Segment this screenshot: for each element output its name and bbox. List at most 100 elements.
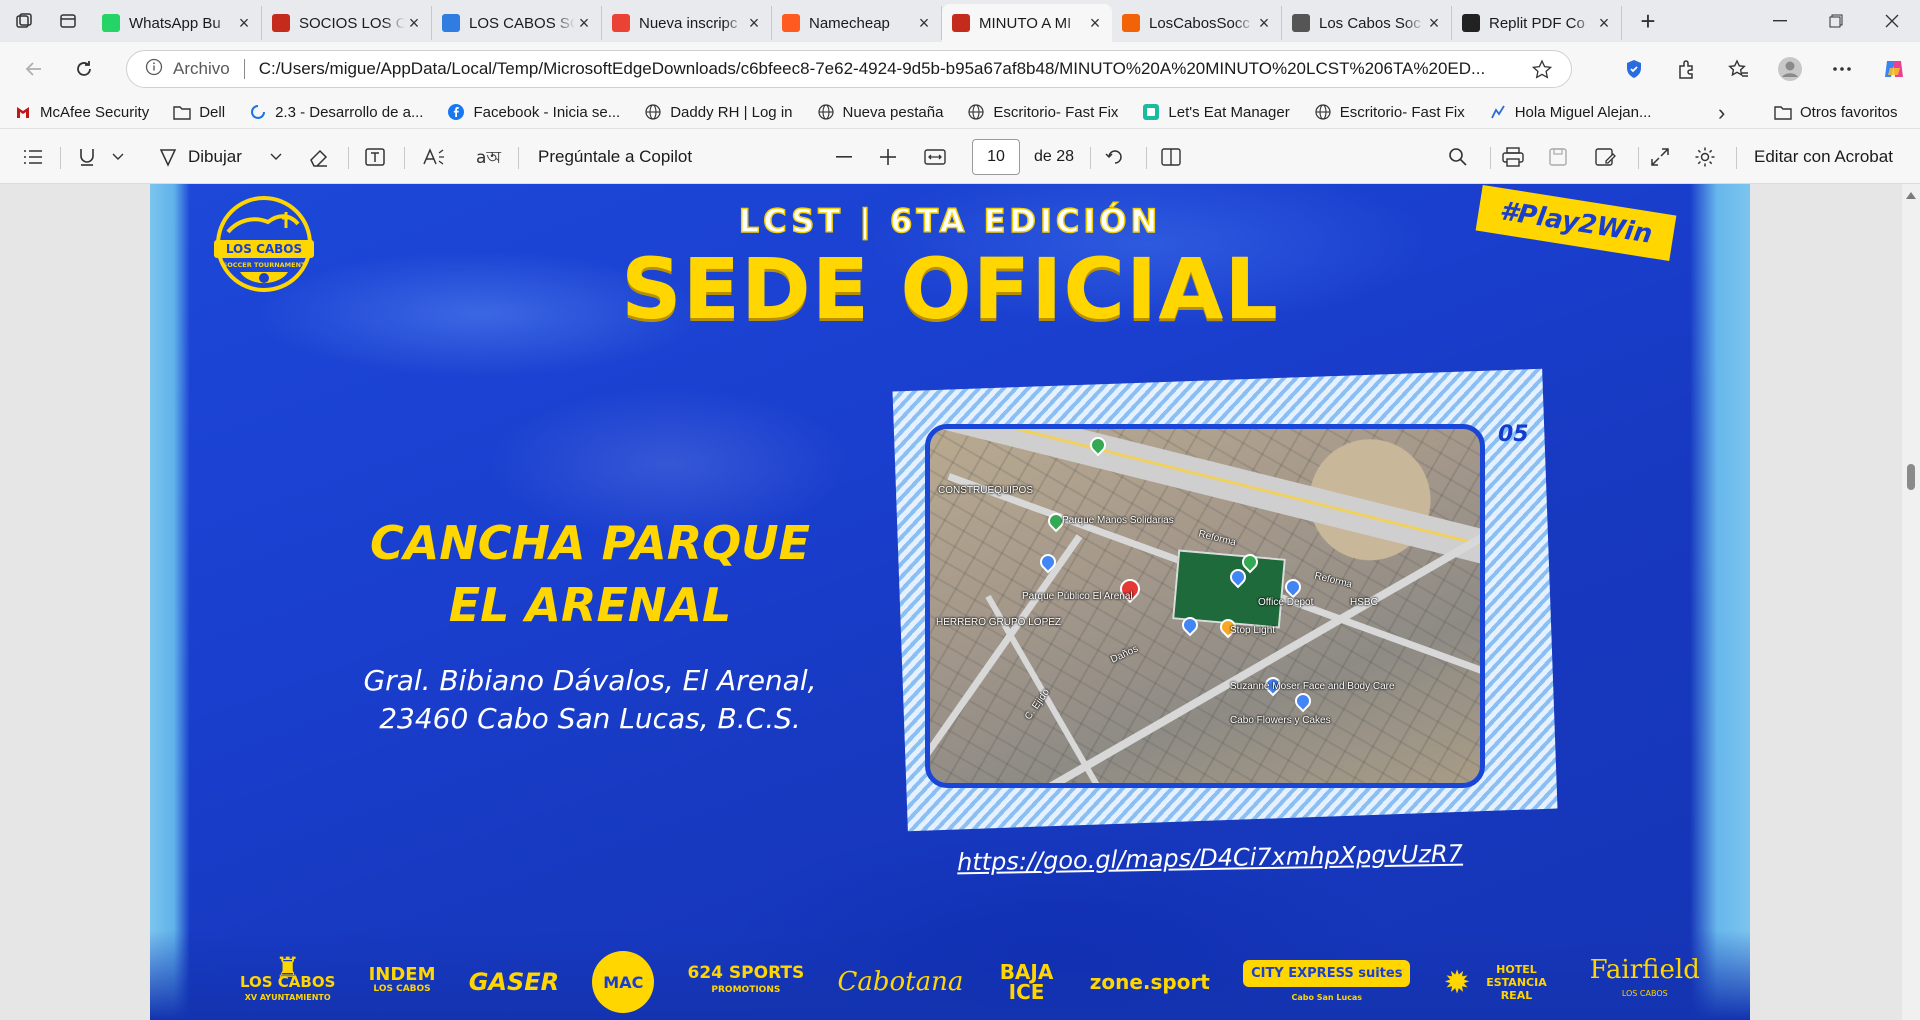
page-number-input[interactable]: 10 (972, 139, 1020, 175)
browser-tab[interactable]: Los Cabos Soc × (1282, 6, 1452, 40)
venue-address-line1: Gral. Bibiano Dávalos, El Arenal, (363, 664, 817, 697)
close-tab-icon[interactable]: × (405, 13, 423, 34)
browser-tab[interactable]: Nueva inscripc × (602, 6, 772, 40)
search-icon[interactable] (1448, 129, 1468, 185)
fullscreen-icon[interactable] (1650, 129, 1670, 185)
pdf-page: LOS CABOS SOCCER TOURNAMENT LCST | 6TA E… (150, 184, 1750, 1020)
page-view-icon[interactable] (1160, 129, 1182, 185)
tab-actions-icon[interactable] (48, 4, 88, 38)
browser-tab[interactable]: LosCabosSocc × (1112, 6, 1282, 40)
browser-tab[interactable]: LOS CABOS SC × (432, 6, 602, 40)
browser-tab[interactable]: SOCIOS LOS C × (262, 6, 432, 40)
globe-icon (967, 103, 985, 121)
info-icon[interactable] (145, 58, 163, 81)
settings-gear-icon[interactable] (1694, 129, 1716, 185)
browser-actions (1608, 42, 1920, 96)
browser-tab[interactable]: Replit PDF Co × (1452, 6, 1622, 40)
text-box-icon[interactable] (364, 129, 386, 185)
favorite-label: Facebook - Inicia se... (473, 103, 621, 121)
globe-icon (1314, 103, 1332, 121)
other-favorites-label: Otros favoritos (1800, 103, 1898, 121)
scrollbar-thumb[interactable] (1907, 464, 1915, 490)
close-tab-icon[interactable]: × (1255, 13, 1273, 34)
venue-name: CANCHA PARQUE EL ARENAL (290, 512, 890, 636)
venue-name-line2: EL ARENAL (448, 578, 732, 632)
pdf-viewer[interactable]: LOS CABOS SOCCER TOURNAMENT LCST | 6TA E… (0, 184, 1920, 1020)
restore-button[interactable] (1808, 0, 1864, 42)
address-url-text[interactable]: C:/Users/migue/AppData/Local/Temp/Micros… (259, 59, 1499, 79)
new-tab-button[interactable]: + (1628, 6, 1668, 37)
close-tab-icon[interactable]: × (915, 13, 933, 34)
toolbar-divider (348, 147, 349, 169)
workspaces-icon[interactable] (4, 4, 44, 38)
fit-to-width-icon[interactable] (924, 129, 946, 185)
favorite-link[interactable]: Daddy RH | Log in (644, 103, 793, 121)
minimize-button[interactable] (1752, 0, 1808, 42)
read-aloud-icon[interactable] (422, 129, 446, 185)
address-scheme-label: Archivo (173, 59, 230, 78)
mcafee-icon (14, 103, 32, 121)
close-tab-icon[interactable]: × (1425, 13, 1443, 34)
map-label: Parque Público El Arenal (1022, 591, 1133, 602)
more-menu-icon[interactable] (1816, 47, 1868, 91)
favorite-link[interactable]: 2.3 - Desarrollo de a... (249, 103, 423, 121)
profile-avatar[interactable] (1764, 47, 1816, 91)
favorite-link[interactable]: Dell (173, 103, 225, 121)
print-icon[interactable] (1502, 129, 1524, 185)
map-label: Reforma (1313, 570, 1354, 591)
tab-title: Replit PDF Co (1489, 14, 1585, 32)
contents-list-icon[interactable] (22, 129, 44, 185)
favorite-link[interactable]: Nueva pestaña (817, 103, 943, 121)
favorite-star-icon[interactable] (1531, 59, 1553, 86)
edit-with-acrobat-button[interactable]: Editar con Acrobat (1754, 129, 1893, 185)
chevron-right-icon[interactable]: › (1718, 100, 1725, 126)
favorite-link[interactable]: Escritorio- Fast Fix (967, 103, 1118, 121)
back-arrow-icon[interactable] (12, 47, 56, 91)
sponsor-logos: ♜ LOS CABOS XV AYUNTAMIENTO INDEM LOS CA… (240, 944, 1700, 1020)
close-tab-icon[interactable]: × (575, 13, 593, 34)
refresh-icon[interactable] (62, 47, 106, 91)
globe-icon (1292, 14, 1310, 32)
close-tab-icon[interactable]: × (1595, 13, 1613, 34)
chevron-down-icon[interactable] (112, 129, 124, 185)
translate-icon[interactable]: aঅ (476, 129, 502, 185)
vertical-scrollbar[interactable] (1902, 184, 1920, 1020)
draw-button[interactable]: Dibujar (158, 129, 242, 185)
tab-title: MINUTO A MI (979, 14, 1072, 32)
close-tab-icon[interactable]: × (1086, 13, 1104, 34)
rotate-icon[interactable] (1104, 129, 1126, 185)
favorites-icon[interactable] (1712, 47, 1764, 91)
favorite-link[interactable]: Let's Eat Manager (1142, 103, 1290, 121)
favorite-link[interactable]: Facebook - Inicia se... (447, 103, 620, 121)
favorite-link[interactable]: Hola Miguel Alejan... (1489, 103, 1651, 121)
tab-list: WhatsApp Bu × SOCIOS LOS C × LOS CABOS SC × Nu… (92, 0, 1622, 42)
favorite-link[interactable]: Escritorio- Fast Fix (1314, 103, 1465, 121)
highlight-icon[interactable] (76, 129, 98, 185)
ask-copilot-button[interactable]: Pregúntale a Copilot (538, 129, 692, 185)
shield-icon[interactable] (1608, 47, 1660, 91)
map-label: Cabo Flowers y Cakes (1230, 715, 1331, 726)
address-bar[interactable]: Archivo C:/Users/migue/AppData/Local/Tem… (126, 50, 1572, 88)
draw-label: Dibujar (188, 147, 242, 166)
other-favorites-folder[interactable]: Otros favoritos (1774, 96, 1898, 128)
close-window-button[interactable] (1864, 0, 1920, 42)
tab-title: LOS CABOS SC (469, 14, 575, 32)
close-tab-icon[interactable]: × (235, 13, 253, 34)
zoom-out-icon[interactable] (836, 129, 852, 185)
save-icon[interactable] (1548, 129, 1568, 185)
close-tab-icon[interactable]: × (745, 13, 763, 34)
copilot-icon[interactable] (1868, 47, 1920, 91)
zoom-in-icon[interactable] (880, 129, 896, 185)
eraser-icon[interactable] (308, 129, 330, 185)
toolbar-divider (518, 147, 519, 169)
scroll-up-arrow-icon[interactable] (1906, 192, 1916, 199)
save-as-icon[interactable] (1594, 129, 1616, 185)
browser-tab[interactable]: Namecheap × (772, 6, 942, 40)
google-maps-link[interactable]: https://goo.gl/maps/D4Ci7xmhpXpgvUzR7 (930, 839, 1490, 877)
extensions-icon[interactable] (1660, 47, 1712, 91)
favorite-label: Escritorio- Fast Fix (993, 103, 1119, 121)
browser-tab[interactable]: MINUTO A MI × (942, 4, 1112, 42)
browser-tab[interactable]: WhatsApp Bu × (92, 6, 262, 40)
chevron-down-icon[interactable] (270, 129, 282, 185)
favorite-link[interactable]: McAfee Security (14, 103, 149, 121)
